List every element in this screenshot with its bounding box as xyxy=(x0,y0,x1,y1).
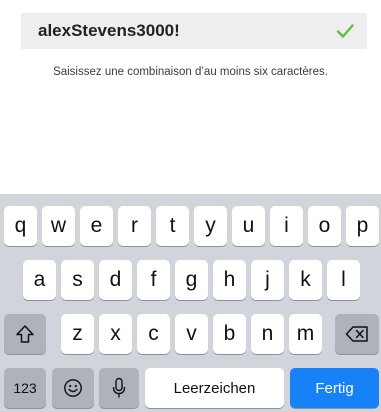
key-y[interactable]: y xyxy=(194,206,227,246)
key-c[interactable]: c xyxy=(137,314,170,354)
key-u[interactable]: u xyxy=(232,206,265,246)
key-q[interactable]: q xyxy=(4,206,37,246)
microphone-key[interactable] xyxy=(99,368,139,408)
space-key[interactable]: Leerzeichen xyxy=(145,368,284,408)
key-x[interactable]: x xyxy=(99,314,132,354)
key-z[interactable]: z xyxy=(61,314,94,354)
key-s[interactable]: s xyxy=(61,260,94,300)
backspace-key[interactable] xyxy=(335,314,379,354)
microphone-icon xyxy=(112,377,126,399)
password-hint: Saisissez une combinaison d’au moins six… xyxy=(53,66,328,78)
shift-icon xyxy=(15,324,35,344)
key-j[interactable]: j xyxy=(251,260,284,300)
key-r[interactable]: r xyxy=(118,206,151,246)
key-i[interactable]: i xyxy=(270,206,303,246)
done-key[interactable]: Fertig xyxy=(290,368,379,408)
key-h[interactable]: h xyxy=(213,260,246,300)
key-b[interactable]: b xyxy=(213,314,246,354)
numbers-key[interactable]: 123 xyxy=(4,368,46,408)
password-field[interactable]: alexStevens3000! xyxy=(21,13,367,49)
key-w[interactable]: w xyxy=(42,206,75,246)
key-l[interactable]: l xyxy=(327,260,360,300)
emoji-key[interactable] xyxy=(52,368,94,408)
key-v[interactable]: v xyxy=(175,314,208,354)
key-d[interactable]: d xyxy=(99,260,132,300)
key-f[interactable]: f xyxy=(137,260,170,300)
backspace-icon xyxy=(345,325,369,343)
key-g[interactable]: g xyxy=(175,260,208,300)
key-p[interactable]: p xyxy=(346,206,379,246)
keyboard: q w e r t y u i o p a s d f g h j k l z … xyxy=(0,194,381,412)
shift-key[interactable] xyxy=(4,314,46,354)
key-o[interactable]: o xyxy=(308,206,341,246)
key-a[interactable]: a xyxy=(23,260,56,300)
key-t[interactable]: t xyxy=(156,206,189,246)
emoji-icon xyxy=(63,378,83,398)
key-n[interactable]: n xyxy=(251,314,284,354)
checkmark-icon xyxy=(335,21,355,41)
key-m[interactable]: m xyxy=(289,314,322,354)
password-value[interactable]: alexStevens3000! xyxy=(38,13,180,49)
key-k[interactable]: k xyxy=(289,260,322,300)
key-e[interactable]: e xyxy=(80,206,113,246)
